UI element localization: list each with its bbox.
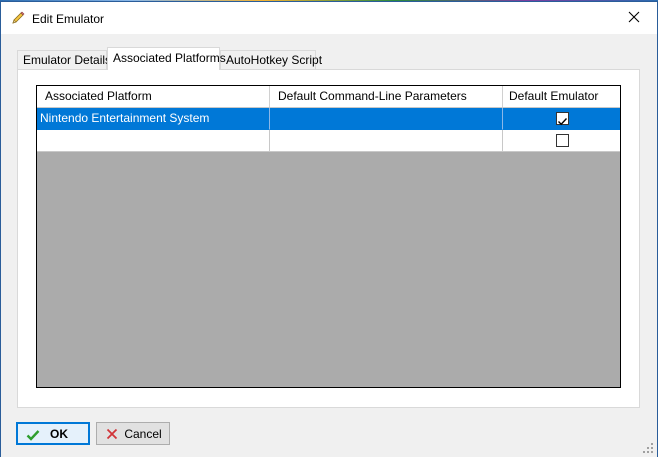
tab-associated-platforms[interactable]: Associated Platforms xyxy=(107,47,226,70)
grid-header: Associated Platform Default Command-Line… xyxy=(37,86,620,108)
ok-label: OK xyxy=(50,427,68,441)
column-header-command-line-parameters[interactable]: Default Command-Line Parameters xyxy=(270,86,503,107)
table-row[interactable] xyxy=(37,130,620,152)
default-emulator-checkbox[interactable] xyxy=(555,134,569,147)
platform-cell[interactable]: Nintendo Entertainment System xyxy=(37,108,270,130)
params-cell[interactable] xyxy=(270,130,503,152)
associated-platforms-panel: Associated Platform Default Command-Line… xyxy=(17,69,640,408)
window-title: Edit Emulator xyxy=(32,12,105,26)
column-header-default-emulator[interactable]: Default Emulator xyxy=(503,86,620,107)
cancel-button[interactable]: Cancel xyxy=(96,422,170,445)
column-header-associated-platform[interactable]: Associated Platform xyxy=(37,86,270,107)
cancel-label: Cancel xyxy=(124,427,162,441)
tab-autohotkey-script[interactable]: AutoHotkey Script xyxy=(220,50,322,70)
close-icon xyxy=(628,11,640,26)
pencil-icon xyxy=(10,10,26,26)
title-bar[interactable]: Edit Emulator xyxy=(1,2,657,34)
close-button[interactable] xyxy=(611,2,657,34)
default-emulator-cell[interactable] xyxy=(503,108,620,130)
tab-emulator-details[interactable]: Emulator Details xyxy=(17,50,111,70)
ok-button[interactable]: OK xyxy=(16,422,90,445)
default-emulator-checkbox[interactable] xyxy=(555,112,569,126)
checkmark-icon xyxy=(557,118,567,126)
resize-grip-icon[interactable] xyxy=(642,442,654,454)
default-emulator-cell[interactable] xyxy=(503,130,620,152)
table-row[interactable]: Nintendo Entertainment System xyxy=(37,108,620,130)
edit-emulator-dialog: Edit Emulator Emulator Details Associate… xyxy=(0,1,658,457)
params-cell[interactable] xyxy=(270,108,503,130)
platform-cell[interactable] xyxy=(37,130,270,152)
platforms-grid[interactable]: Associated Platform Default Command-Line… xyxy=(36,85,621,388)
